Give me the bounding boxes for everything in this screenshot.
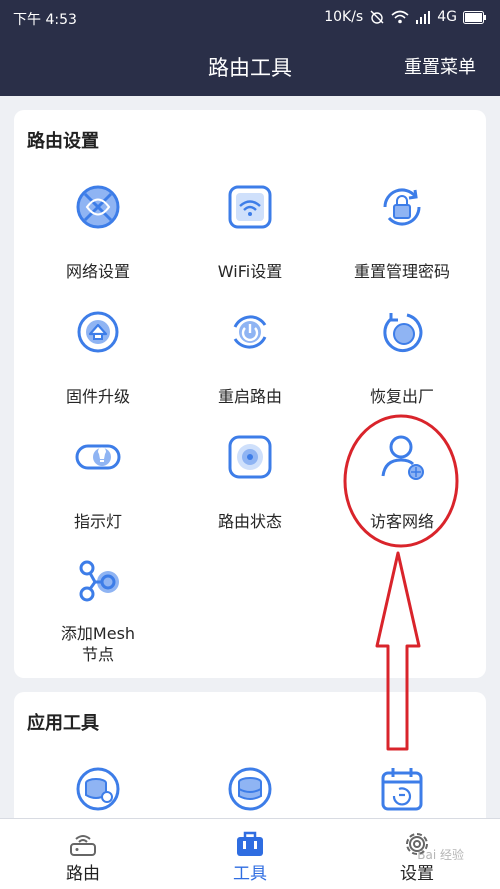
guest-network-icon: [381, 435, 424, 480]
router-settings-card: 路由设置 网络设置 WiFi设置 重置管理密码 固件升级 重启路由 恢复出厂 指…: [14, 110, 486, 678]
item-label: WiFi设置: [217, 262, 283, 281]
item-label-line2: 节点: [81, 645, 114, 664]
item-label: 网络设置: [65, 262, 130, 281]
toolbox-tab-icon: [237, 831, 263, 856]
section-title: 路由设置: [27, 131, 99, 152]
reboot-icon: [233, 315, 267, 349]
item-label: 添加Mesh 节点: [18, 623, 178, 665]
watermark: Bai 经验: [417, 848, 464, 862]
storage-download-icon: [76, 767, 120, 811]
firmware-upgrade-icon: [77, 311, 119, 353]
network-type: 4G: [437, 9, 457, 25]
header: 路由工具 重置菜单: [0, 34, 500, 96]
tab-tools[interactable]: 工具: [167, 819, 333, 889]
item-label: 路由状态: [217, 512, 282, 531]
signal-icon: [416, 11, 431, 24]
network-speed: 10K/s: [324, 9, 364, 25]
tab-label: 路由: [66, 864, 100, 884]
router-status-icon: [228, 435, 272, 479]
section-title: 应用工具: [27, 713, 99, 734]
tab-label: 工具: [233, 864, 267, 884]
tab-router[interactable]: 路由: [0, 819, 166, 889]
router-tab-icon: [70, 835, 96, 856]
status-bar: 下午 4:53 10K/s 4G: [0, 0, 500, 34]
wifi-settings-icon: [228, 185, 272, 229]
factory-reset-icon: [383, 313, 423, 352]
reset-password-icon: [383, 188, 421, 226]
item-label-line1: 添加Mesh: [60, 624, 136, 643]
status-time: 下午 4:53: [13, 12, 77, 28]
wifi-status-icon: [391, 10, 409, 24]
item-label: 指示灯: [73, 512, 122, 531]
reset-menu-button[interactable]: 重置菜单: [404, 53, 476, 79]
item-label: 固件升级: [65, 387, 130, 406]
indicator-light-icon: [75, 444, 121, 470]
schedule-calendar-icon: [381, 768, 423, 811]
item-label: 访客网络: [369, 512, 434, 531]
item-label: 恢复出厂: [369, 387, 434, 406]
add-mesh-node-icon: [79, 560, 119, 602]
status-indicators: 10K/s 4G: [324, 9, 487, 25]
item-label: 重置管理密码: [353, 262, 450, 281]
alarm-off-icon: [370, 10, 384, 24]
item-label: 重启路由: [217, 387, 282, 406]
network-settings-icon: [76, 185, 120, 229]
storage-icon: [228, 767, 272, 811]
battery-icon: [463, 10, 486, 24]
